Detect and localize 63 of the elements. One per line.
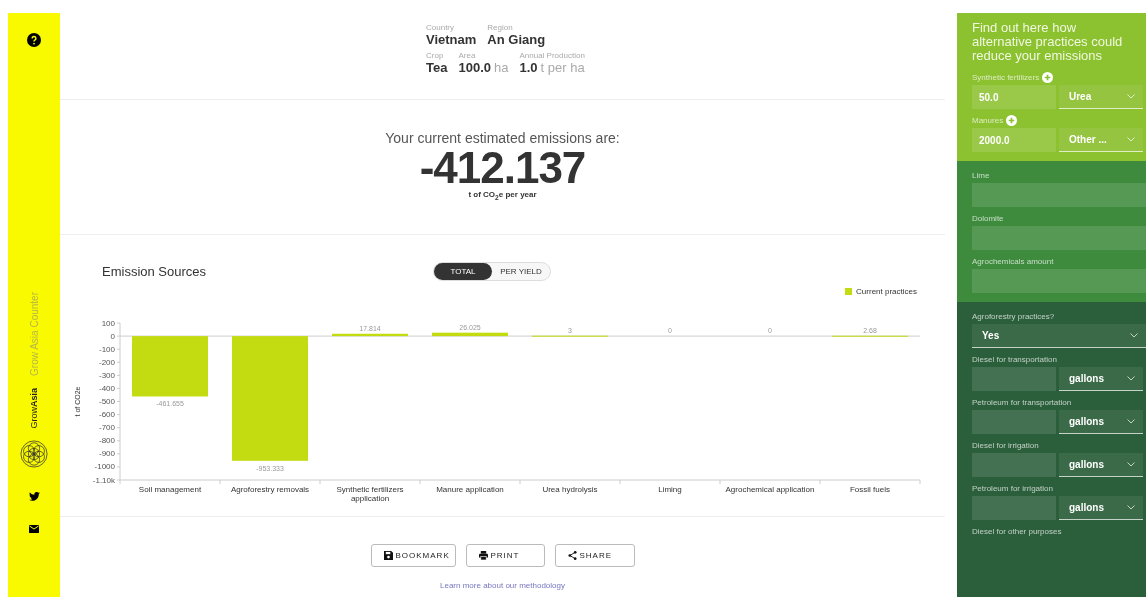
field-label: Diesel for transportation <box>972 354 1057 364</box>
app-name: Grow Asia Counter <box>28 292 40 376</box>
toggle-option[interactable]: TOTAL <box>434 262 492 280</box>
field-label: Agrochemicals amount <box>972 256 1054 266</box>
y-tick-label: -1.10k <box>92 475 115 485</box>
toggle-option[interactable]: PER YIELD <box>492 262 550 280</box>
field-label: Diesel for other purposes <box>972 526 1062 536</box>
unit-dropdown[interactable]: gallons <box>1059 496 1143 520</box>
x-category-label: Urea hydrolysis <box>542 485 598 494</box>
x-category-label: Synthetic fertilizers application <box>336 485 404 503</box>
action-button[interactable]: BOOKMARK <box>370 544 456 567</box>
y-tick-label: 0 <box>110 331 115 341</box>
y-tick-label: -1000 <box>94 462 115 472</box>
x-category-label: Agrochemical application <box>725 485 815 494</box>
field-value: 100.0 <box>458 60 491 75</box>
y-tick-label: -100 <box>99 344 115 354</box>
unit-label: t per ha <box>540 60 585 75</box>
field-label: Synthetic fertilizers <box>972 72 1040 82</box>
field-value: Vietnam <box>426 32 477 47</box>
methodology-link[interactable]: Learn more about our methodology <box>440 581 565 590</box>
y-tick-label: -200 <box>99 357 115 367</box>
x-category-label: Liming <box>658 485 682 494</box>
x-category-label: Fossil fuels <box>850 485 890 494</box>
action-button[interactable]: PRINT <box>465 544 545 567</box>
y-tick-label: -500 <box>99 397 115 406</box>
unit-dropdown[interactable]: gallons <box>1059 367 1143 391</box>
field-label: Petroleum for transportation <box>972 397 1072 407</box>
action-button[interactable]: SHARE <box>554 544 635 567</box>
field-label: Petroleum for irrigation <box>972 483 1053 493</box>
field-label: Manures <box>972 115 1004 125</box>
unit-label: ha <box>494 60 509 75</box>
chart-title: Emission Sources <box>102 263 208 279</box>
y-tick-label: -900 <box>99 449 115 459</box>
field-label: Crop <box>426 51 445 60</box>
y-tick-label: -400 <box>99 383 115 393</box>
emissions-intro: Your current estimated emissions are: <box>385 130 620 146</box>
x-category-label: Agroforestry removals <box>230 485 310 494</box>
field-label: Area <box>458 51 477 60</box>
y-tick-label: -800 <box>99 436 115 446</box>
emissions-value: -412.137 <box>419 146 586 190</box>
field-value: 1.0 <box>519 60 538 75</box>
option-dropdown[interactable]: Yes <box>972 324 1146 348</box>
x-category-label: Soil management <box>138 485 202 494</box>
y-tick-label: 100 <box>101 318 115 328</box>
field-label: Country <box>426 23 455 32</box>
emissions-unit: t of CO$_{2}$e per year <box>468 190 537 201</box>
y-tick-label: -700 <box>99 423 115 433</box>
legend-label: Current practices <box>856 287 917 296</box>
x-category-label: Manure application <box>436 485 504 494</box>
unit-dropdown[interactable]: gallons <box>1059 453 1143 477</box>
logo-text: GrowAsia <box>29 387 39 429</box>
field-value: Tea <box>426 60 448 75</box>
field-label: Annual Production <box>519 51 585 60</box>
unit-dropdown[interactable]: gallons <box>1059 410 1143 434</box>
y-tick-label: -300 <box>99 370 115 380</box>
field-value: An Giang <box>487 32 546 47</box>
field-label: Diesel for irrigation <box>972 440 1039 450</box>
panel-heading: Find out here how alternative practices could reduce your emissions <box>972 21 1124 63</box>
field-label: Agroforestry practices? <box>972 311 1055 321</box>
field-label: Region <box>487 23 514 32</box>
y-tick-label: -600 <box>99 410 115 420</box>
field-label: Lime <box>972 170 990 180</box>
field-label: Dolomite <box>972 213 1004 223</box>
